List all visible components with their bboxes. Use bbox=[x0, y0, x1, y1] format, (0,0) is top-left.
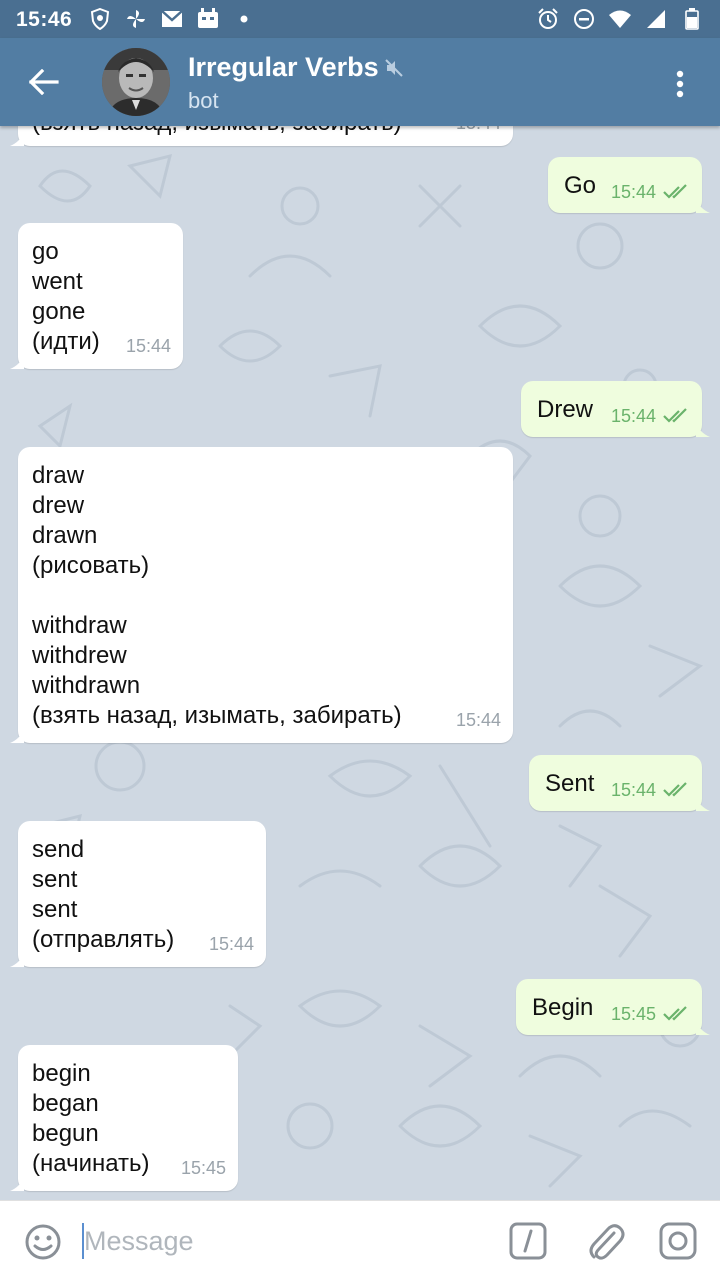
message-text: Drew bbox=[537, 396, 594, 423]
message-time: 15:44 bbox=[610, 182, 656, 202]
emoji-button[interactable] bbox=[22, 1221, 64, 1263]
message-meta: 15:44 bbox=[456, 705, 501, 735]
outgoing-message[interactable]: Drew 15:44 bbox=[521, 381, 710, 437]
smiley-icon bbox=[25, 1224, 61, 1260]
do-not-disturb-icon bbox=[572, 7, 596, 31]
bubble-tail bbox=[10, 132, 24, 146]
robot-notification-icon bbox=[196, 7, 220, 31]
message-time: 15:44 bbox=[125, 336, 171, 356]
status-time: 15:46 bbox=[16, 8, 73, 31]
chat-header: Irregular Verbs bot bbox=[0, 38, 720, 126]
message-text: Begin bbox=[532, 994, 594, 1021]
message-meta: 15:44 bbox=[209, 929, 254, 959]
outgoing-message[interactable]: Sent 15:44 bbox=[529, 755, 710, 811]
message-input[interactable] bbox=[84, 1219, 484, 1263]
message-list[interactable]: (взять назад, изымать, забирать) 15:44 G… bbox=[0, 126, 720, 1200]
alarm-icon bbox=[536, 7, 560, 31]
bubble-tail bbox=[696, 1021, 710, 1035]
camera-button[interactable] bbox=[658, 1221, 698, 1261]
message-text: (взять назад, изымать, забирать) bbox=[32, 126, 499, 138]
more-options-button[interactable] bbox=[658, 62, 702, 106]
attach-button[interactable] bbox=[584, 1219, 626, 1263]
bubble-tail bbox=[10, 355, 24, 369]
message-time: 15:45 bbox=[180, 1158, 226, 1178]
back-arrow-icon bbox=[29, 69, 59, 95]
back-button[interactable] bbox=[22, 60, 66, 104]
outgoing-message[interactable]: Begin 15:45 bbox=[516, 979, 710, 1035]
more-vert-icon bbox=[676, 70, 684, 98]
message-meta: 15:44 bbox=[456, 126, 501, 138]
message-meta: 15:44 bbox=[611, 177, 690, 207]
slash-command-icon bbox=[509, 1222, 547, 1260]
message-time: 15:44 bbox=[610, 780, 656, 800]
paperclip-icon bbox=[589, 1224, 625, 1260]
message-meta: 15:45 bbox=[611, 999, 690, 1029]
chat-title[interactable]: Irregular Verbs bbox=[188, 52, 379, 83]
message-time: 15:44 bbox=[455, 710, 501, 730]
bubble-tail bbox=[696, 423, 710, 437]
message-time: 15:44 bbox=[208, 934, 254, 954]
notification-icons bbox=[88, 7, 256, 31]
more-notifications-dot-icon bbox=[232, 7, 256, 31]
battery-icon bbox=[680, 7, 704, 31]
message-time: 15:44 bbox=[610, 406, 656, 426]
system-icons bbox=[536, 7, 704, 31]
muted-icon bbox=[385, 59, 403, 77]
incoming-message[interactable]: draw drew drawn (рисовать) withdraw with… bbox=[10, 447, 513, 743]
status-bar: 15:46 bbox=[0, 0, 720, 38]
message-meta: 15:44 bbox=[611, 401, 690, 431]
incoming-message[interactable]: begin began begun (начинать) 15:45 bbox=[10, 1045, 238, 1191]
camera-icon bbox=[659, 1222, 697, 1260]
gmail-icon bbox=[160, 7, 184, 31]
avatar[interactable] bbox=[102, 48, 170, 116]
message-meta: 15:44 bbox=[126, 331, 171, 361]
bot-avatar-image bbox=[102, 48, 170, 116]
bubble-tail bbox=[10, 1177, 24, 1191]
shield-app-icon bbox=[88, 7, 112, 31]
message-text: draw drew drawn (рисовать) withdraw with… bbox=[32, 462, 402, 729]
bubble-tail bbox=[10, 953, 24, 967]
message-meta: 15:45 bbox=[181, 1153, 226, 1183]
bubble-tail bbox=[696, 797, 710, 811]
incoming-message[interactable]: (взять назад, изымать, забирать) 15:44 bbox=[10, 126, 513, 146]
chat-subtitle: bot bbox=[188, 88, 219, 113]
message-text: Go bbox=[564, 172, 597, 199]
message-time: 15:44 bbox=[456, 126, 501, 138]
outgoing-message[interactable]: Go 15:44 bbox=[548, 157, 710, 213]
incoming-message[interactable]: go went gone (идти) 15:44 bbox=[10, 223, 183, 369]
message-meta: 15:44 bbox=[611, 775, 690, 805]
bubble-tail bbox=[696, 199, 710, 213]
read-double-check-icon bbox=[663, 782, 687, 797]
message-text: Sent bbox=[545, 770, 595, 797]
signal-icon bbox=[644, 7, 668, 31]
read-double-check-icon bbox=[663, 1006, 687, 1021]
read-double-check-icon bbox=[663, 408, 687, 423]
pinwheel-icon bbox=[124, 7, 148, 31]
incoming-message[interactable]: send sent sent (отправлять) 15:44 bbox=[10, 821, 266, 967]
message-time: 15:45 bbox=[610, 1004, 656, 1024]
bubble-tail bbox=[10, 729, 24, 743]
read-double-check-icon bbox=[663, 184, 687, 199]
bot-commands-button[interactable] bbox=[508, 1221, 548, 1261]
wifi-icon bbox=[608, 7, 632, 31]
message-composer bbox=[0, 1200, 720, 1280]
